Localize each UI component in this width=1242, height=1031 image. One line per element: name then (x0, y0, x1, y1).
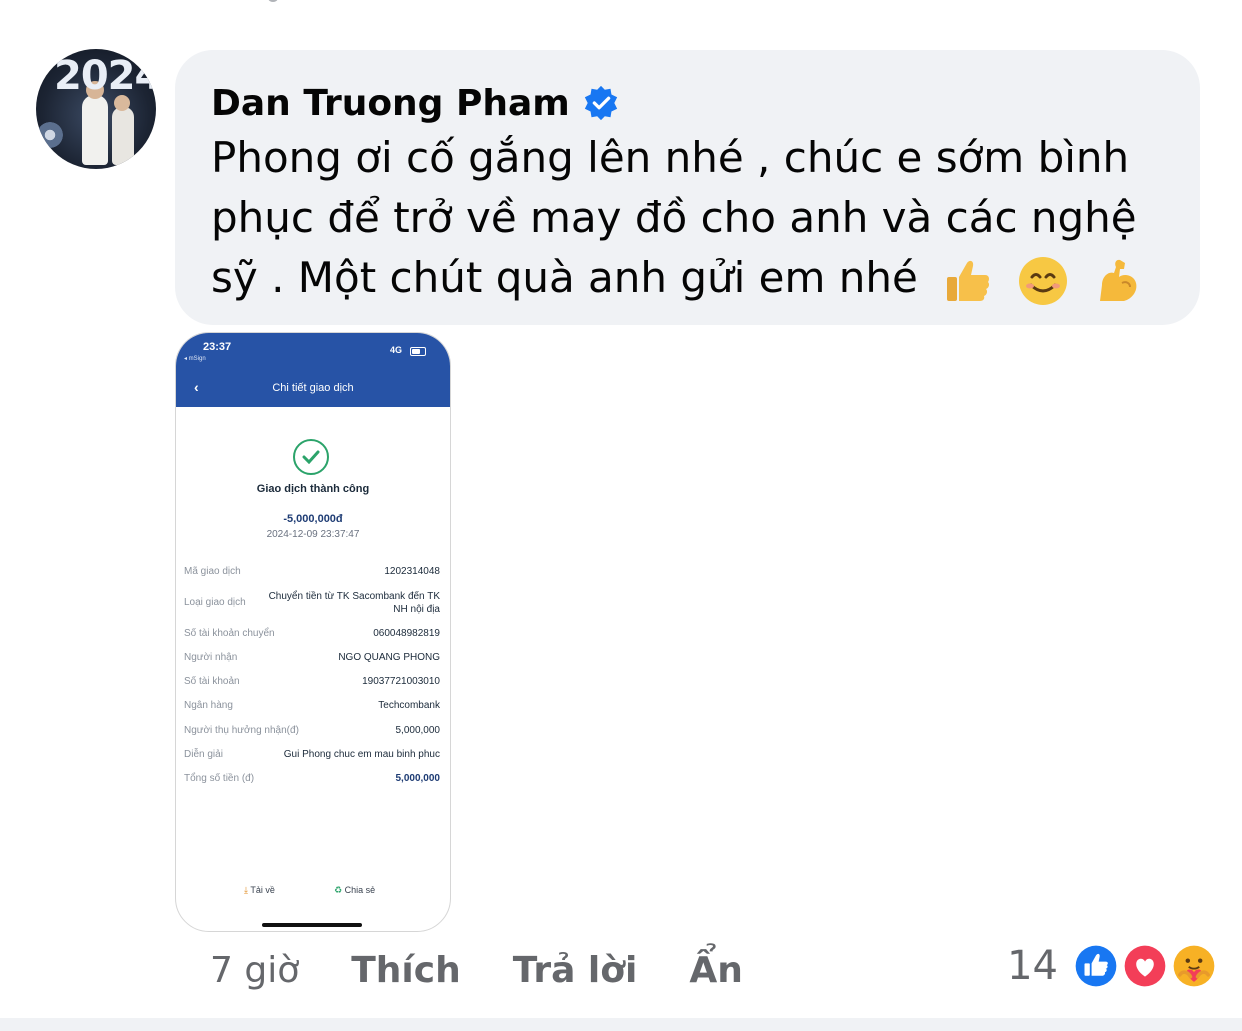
detail-label: Người nhận (184, 652, 238, 663)
detail-value: NGO QUANG PHONG (338, 652, 440, 663)
reply-button[interactable]: Trả lời (513, 950, 638, 991)
author-avatar[interactable]: 2024 (36, 49, 156, 169)
detail-value: Techcombank (378, 700, 440, 711)
detail-row: Loại giao dịch Chuyển tiền từ TK Sacomba… (184, 590, 440, 618)
hide-button[interactable]: Ẩn (689, 950, 743, 991)
flexed-biceps-emoji (1099, 259, 1137, 301)
detail-value: Gui Phong chuc em mau binh phuc (283, 749, 440, 760)
verified-badge-icon (584, 85, 617, 121)
comment-body: Phong ơi cố gắng lên nhé , chúc e sớm bì… (211, 133, 1137, 302)
share-button: ♻ Chia sẻ (334, 885, 375, 896)
screen-title: Chi tiết giao dịch (272, 382, 354, 394)
avatar-flower-decoration (36, 115, 70, 155)
download-icon: ⤓ (244, 885, 248, 895)
love-reaction-icon (1119, 940, 1171, 992)
success-text: Giao dịch thành công (256, 483, 370, 495)
reaction-summary[interactable]: 14 (1007, 939, 1220, 993)
share-label: Chia sẻ (344, 885, 376, 895)
author-name[interactable]: Dan Truong Pham (211, 83, 570, 124)
status-back-app: ◂ mSign (184, 356, 206, 362)
detail-value: 5,000,000 (395, 725, 441, 736)
comment-author-row: Dan Truong Pham (211, 80, 620, 126)
network-indicator: 4G (389, 345, 402, 355)
divider (0, 1018, 1242, 1031)
download-button: ⤓ Tải về (244, 885, 275, 896)
download-label: Tải về (250, 885, 275, 895)
detail-value: 1202314048 (384, 566, 440, 577)
detail-value: 5,000,000 (395, 773, 441, 784)
smiling-face-emoji (1018, 256, 1067, 305)
reaction-count[interactable]: 14 (1007, 943, 1058, 989)
home-indicator (262, 923, 362, 927)
comment-timestamp[interactable]: 7 giờ (210, 950, 299, 991)
thumbs-up-emoji (947, 260, 990, 301)
detail-label: Người thụ hưởng nhận(đ) (184, 725, 299, 736)
reaction-icons[interactable] (1070, 940, 1220, 992)
status-time: 23:37 (203, 341, 232, 353)
attached-image[interactable]: 23:37 ◂ mSign 4G ‹ Chi tiết giao dịch Gi… (175, 332, 451, 932)
comment-actions: 7 giờ Thích Trả lời Ẩn (210, 946, 795, 994)
detail-label: Số tài khoản chuyển (184, 628, 275, 639)
like-button[interactable]: Thích (351, 950, 461, 991)
avatar-person-figure (82, 95, 108, 165)
avatar-child-figure (112, 107, 134, 165)
detail-value: 19037721003010 (362, 676, 440, 687)
like-reaction-icon (1070, 940, 1122, 992)
detail-label: Diễn giải (184, 749, 223, 760)
comment-text: Phong ơi cố gắng lên nhé , chúc e sớm bì… (211, 128, 1191, 308)
avatar-year-text: 2024 (54, 53, 156, 99)
detail-value: Chuyển tiền từ TK Sacombank đến TK NH nộ… (268, 591, 440, 615)
previous-comment-fragment (268, 0, 278, 2)
detail-label: Loại giao dịch (184, 597, 246, 608)
detail-label: Tổng số tiền (đ) (184, 773, 255, 784)
detail-label: Ngân hàng (184, 700, 233, 711)
success-check-icon (293, 439, 329, 475)
detail-value: 060048982819 (373, 628, 440, 639)
detail-label: Số tài khoản (184, 676, 240, 687)
transfer-datetime: 2024-12-09 23:37:47 (266, 529, 360, 540)
share-icon: ♻ (334, 885, 343, 895)
care-reaction-icon (1168, 940, 1220, 992)
transfer-amount: -5,000,000đ (283, 513, 343, 525)
detail-label: Mã giao dịch (184, 566, 241, 577)
battery-icon (410, 347, 426, 356)
